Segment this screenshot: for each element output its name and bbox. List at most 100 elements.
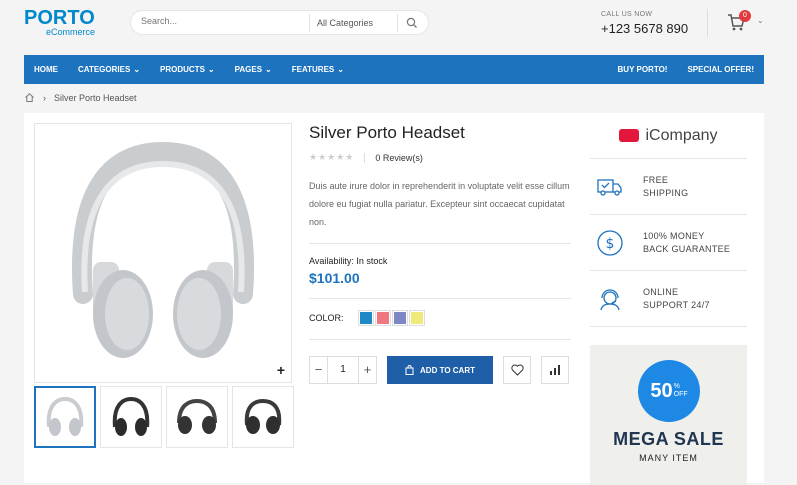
logo-text: PORTO <box>24 7 95 29</box>
rating-row: ★★★★★ 0 Review(s) <box>309 152 571 163</box>
headphones-thumbnail <box>177 398 217 434</box>
cart-count-badge: 0 <box>739 10 751 22</box>
chevron-down-icon: ⌄ <box>337 65 344 74</box>
headphones-thumbnail <box>112 396 150 436</box>
discount-percent: 50 <box>650 379 673 402</box>
zoom-plus-icon[interactable]: + <box>277 362 285 378</box>
dollar-icon: $ <box>597 229 623 256</box>
quantity-decrease-button[interactable]: − <box>310 357 327 383</box>
nav-item-home[interactable]: HOME <box>24 55 68 84</box>
nav-item-products[interactable]: PRODUCTS ⌄ <box>150 55 225 84</box>
headphones-image <box>72 141 254 358</box>
bag-icon <box>405 365 414 375</box>
feature-money-back: $ 100% MONEY BACK GUARANTEE <box>590 215 747 271</box>
thumbnail-item[interactable] <box>232 386 294 448</box>
banner-title: MEGA SALE <box>613 429 724 449</box>
bar-chart-icon <box>550 365 560 375</box>
support-icon <box>600 288 620 310</box>
color-swatch-blue[interactable] <box>357 310 374 326</box>
call-us: CALL US NOW +123 5678 890 <box>601 11 688 36</box>
breadcrumb-current: Silver Porto Headset <box>54 92 137 103</box>
product-price: $101.00 <box>309 270 360 286</box>
percent-sign: % <box>673 383 680 390</box>
feature-line: ONLINE <box>643 286 679 297</box>
nav-item-label: PRODUCTS <box>160 65 205 74</box>
off-label: OFF <box>673 391 688 398</box>
nav-item-pages[interactable]: PAGES ⌄ <box>225 55 282 84</box>
nav-item-special-offer[interactable]: SPECIAL OFFER! <box>677 55 764 84</box>
search-divider <box>309 14 310 32</box>
breadcrumb: › Silver Porto Headset <box>24 92 137 103</box>
site-header: PORTO eCommerce All Categories CALL US N… <box>0 0 797 55</box>
wishlist-button[interactable] <box>503 356 531 384</box>
search-input[interactable] <box>141 16 301 26</box>
chevron-down-icon: ⌄ <box>207 65 215 74</box>
feature-line: SUPPORT 24/7 <box>643 299 710 310</box>
product-sidebar: iCompany FREE SHIPPING $ 100% MONEY BACK… <box>590 113 747 485</box>
nav-item-features[interactable]: FEATURES ⌄ <box>282 55 354 84</box>
nav-item-buy-porto[interactable]: BUY PORTO! <box>608 55 678 84</box>
quantity-input[interactable]: 1 <box>327 357 359 383</box>
feature-free-shipping: FREE SHIPPING <box>590 159 747 215</box>
color-label: COLOR: <box>309 313 344 323</box>
nav-right: BUY PORTO! SPECIAL OFFER! <box>608 55 764 84</box>
feature-line: BACK GUARANTEE <box>643 243 731 254</box>
chevron-down-icon[interactable]: ⌄ <box>757 16 764 25</box>
rating-stars: ★★★★★ <box>309 152 355 162</box>
color-swatch-yellow[interactable] <box>408 310 425 326</box>
rating-divider <box>364 152 366 163</box>
logo[interactable]: PORTO eCommerce <box>24 7 96 40</box>
availability-value: In stock <box>356 256 388 266</box>
add-to-cart-label: ADD TO CART <box>420 365 475 375</box>
logo-subtitle: eCommerce <box>46 27 96 37</box>
product-section: + Silver Porto Headset ★★★★★ 0 Review(s)… <box>24 113 764 485</box>
quantity-increase-button[interactable]: + <box>359 357 376 383</box>
icompany-logo-icon <box>619 129 640 142</box>
thumbnail-item[interactable] <box>100 386 162 448</box>
review-count-link[interactable]: 0 Review(s) <box>375 153 423 163</box>
color-swatch-purple[interactable] <box>391 310 408 326</box>
chevron-down-icon: ⌄ <box>265 65 272 74</box>
search-icon[interactable] <box>405 16 419 30</box>
call-label: CALL US NOW <box>601 11 653 18</box>
feature-text: 100% MONEY BACK GUARANTEE <box>643 230 730 256</box>
category-select[interactable]: All Categories <box>317 18 373 28</box>
search-bar: All Categories <box>130 10 429 35</box>
discount-suffix: % OFF <box>674 383 688 399</box>
feature-line: 100% MONEY <box>643 230 705 241</box>
availability-label: Availability: <box>309 256 354 266</box>
header-divider <box>707 9 708 37</box>
heart-icon <box>510 364 524 376</box>
color-selector: COLOR: <box>309 310 571 326</box>
phone-number[interactable]: +123 5678 890 <box>601 21 688 36</box>
category-select-label: All Categories <box>317 18 374 28</box>
product-image[interactable]: + <box>34 123 292 383</box>
feature-text: FREE SHIPPING <box>643 174 688 200</box>
product-description: Duis aute irure dolor in reprehenderit i… <box>309 181 570 227</box>
product-title: Silver Porto Headset <box>309 123 465 142</box>
color-swatch-pink[interactable] <box>374 310 391 326</box>
nav-item-label: SPECIAL OFFER! <box>687 65 754 74</box>
feature-line: SHIPPING <box>643 187 689 198</box>
divider <box>309 298 571 299</box>
divider <box>309 243 571 244</box>
compare-button[interactable] <box>541 356 569 384</box>
nav-item-categories[interactable]: CATEGORIES ⌄ <box>68 55 150 84</box>
chevron-right-icon: › <box>43 92 46 103</box>
mega-sale-banner[interactable]: 50 % OFF MEGA SALE MANY ITEM <box>590 345 747 485</box>
availability: Availability: In stock <box>309 256 571 266</box>
product-info: Silver Porto Headset ★★★★★ 0 Review(s) D… <box>309 123 571 384</box>
thumbnail-item[interactable] <box>166 386 228 448</box>
thumbnail-item[interactable] <box>34 386 96 448</box>
brand-name: iCompany <box>645 126 718 144</box>
chevron-down-icon: ⌄ <box>133 65 141 74</box>
add-to-cart-button[interactable]: ADD TO CART <box>387 356 493 384</box>
brand-logo[interactable]: iCompany <box>590 113 747 159</box>
feature-text: ONLINE SUPPORT 24/7 <box>643 286 710 312</box>
feature-line: FREE <box>643 174 669 185</box>
nav-item-label: HOME <box>34 65 58 74</box>
home-icon[interactable] <box>24 92 35 103</box>
headphones-thumbnail <box>46 396 84 436</box>
banner-subtitle: MANY ITEM <box>639 453 698 463</box>
search-divider <box>397 14 398 32</box>
